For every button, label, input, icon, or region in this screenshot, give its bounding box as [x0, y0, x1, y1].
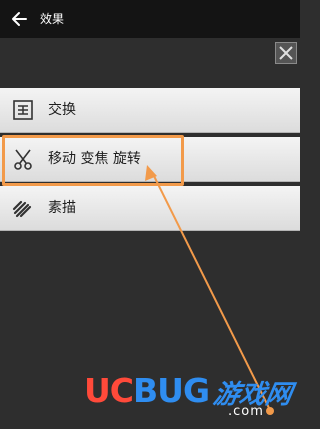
watermark-domain: .com: [228, 404, 264, 419]
watermark: UCBUG 游戏网 .com: [84, 372, 296, 424]
annotation-arrow: [145, 165, 274, 415]
watermark-logo: UCBUG: [84, 371, 210, 410]
